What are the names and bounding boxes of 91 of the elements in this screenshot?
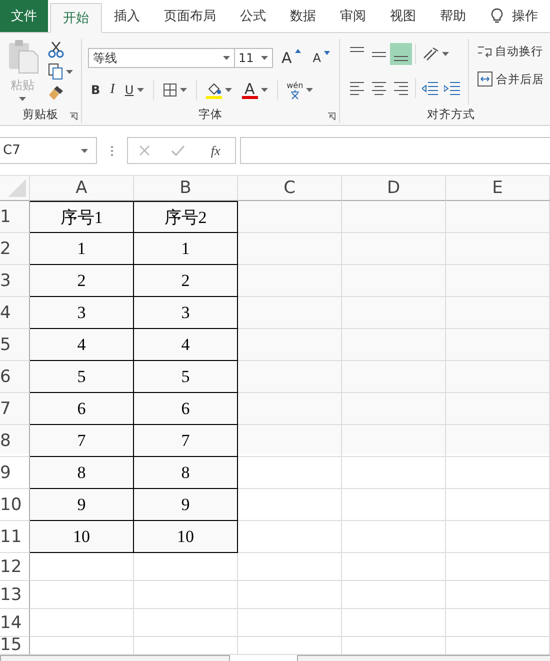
table-cell: 3 — [30, 297, 134, 329]
table-cell: 4 — [134, 329, 238, 361]
paint-bucket-icon — [206, 81, 222, 99]
table-cell: 4 — [30, 329, 134, 361]
tell-me-field[interactable]: 操作 — [512, 7, 538, 25]
font-color-button[interactable]: A — [238, 80, 271, 100]
select-all-icon — [8, 179, 26, 197]
table-cell: 3 — [134, 297, 238, 329]
ribbon-tab[interactable]: 数据 — [278, 0, 328, 32]
align-icon — [372, 52, 386, 56]
file-tab[interactable]: 文件 — [0, 0, 48, 32]
caret-icon — [260, 56, 268, 60]
horizontal-scrollbar[interactable] — [297, 655, 550, 661]
font-size-field[interactable]: 11 — [234, 48, 273, 68]
caret-icon — [136, 88, 144, 92]
caret-icon — [224, 88, 232, 92]
group-label: 对齐方式 — [426, 107, 476, 123]
copy-icon — [48, 63, 63, 80]
ribbon-tab[interactable]: 审阅 — [328, 0, 378, 32]
dialog-launcher-icon — [69, 112, 78, 121]
triangle-icon — [294, 49, 301, 53]
caret-icon — [222, 56, 230, 60]
lightbulb-icon — [490, 8, 504, 24]
caret-icon — [306, 88, 314, 92]
table-cell: 2 — [30, 265, 134, 297]
table-cell: 7 — [30, 425, 134, 457]
brush-icon — [48, 85, 64, 101]
indent-icon — [422, 82, 438, 94]
name-box[interactable]: C7 — [0, 137, 97, 164]
caret-icon — [260, 88, 268, 92]
scissors-icon — [48, 41, 64, 58]
align-icon — [394, 56, 408, 61]
align-button[interactable] — [390, 43, 412, 65]
cancel-icon — [138, 145, 150, 156]
table-cell: 序号2 — [134, 201, 238, 233]
formula-field[interactable] — [240, 137, 550, 164]
font-name-field[interactable]: 等线 — [88, 48, 235, 68]
row-header[interactable]: 14 — [0, 609, 30, 637]
align-icon — [372, 82, 386, 94]
caret-icon — [19, 97, 26, 101]
table-cell: 1 — [134, 233, 238, 265]
check-icon — [171, 145, 186, 156]
merge-icon — [477, 71, 493, 87]
row-header[interactable]: 13 — [0, 581, 30, 609]
table-cell: 6 — [134, 393, 238, 425]
clipboard-icon — [6, 39, 39, 74]
ribbon-tab[interactable]: 页面布局 — [152, 0, 228, 32]
caret-icon — [442, 52, 449, 56]
table-cell: 序号1 — [30, 201, 134, 233]
table-cell: 7 — [134, 425, 238, 457]
phonetic-button[interactable]: wén — [284, 78, 316, 102]
row-header[interactable]: 12 — [0, 553, 30, 581]
table-cell: 9 — [30, 489, 134, 521]
dots-icon — [110, 144, 114, 156]
ribbon-tab[interactable]: 开始 — [50, 3, 102, 33]
ribbon-tab[interactable]: 插入 — [102, 0, 152, 32]
align-icon — [350, 82, 364, 94]
align-icon — [394, 82, 408, 94]
align-icon — [350, 47, 364, 52]
dialog-launcher-icon — [327, 112, 336, 121]
table-cell: 1 — [30, 233, 134, 265]
table-cell: 2 — [134, 265, 238, 297]
insert-function-button[interactable]: fx — [206, 142, 224, 158]
ribbon-tab[interactable]: 视图 — [378, 0, 428, 32]
italic-button[interactable]: I — [107, 80, 118, 100]
table-cell: 5 — [30, 361, 134, 393]
ribbon-tab[interactable]: 帮助 — [428, 0, 478, 32]
grid-icon — [162, 83, 177, 97]
character-icon — [290, 90, 300, 100]
shrink-font-button[interactable]: A — [310, 49, 333, 67]
triangle-icon — [324, 51, 330, 55]
caret-icon — [66, 70, 73, 74]
table-cell: 6 — [30, 393, 134, 425]
group-label: 字体 — [198, 107, 222, 123]
table-cell: 9 — [134, 489, 238, 521]
caret-icon — [81, 148, 88, 152]
table-cell: 10 — [30, 521, 134, 553]
caret-icon — [180, 88, 187, 92]
grow-font-button[interactable]: A — [278, 47, 304, 69]
wrap-text-button[interactable]: 自动换行 — [474, 41, 547, 61]
bold-button[interactable]: B — [88, 81, 104, 99]
table-cell: 8 — [30, 457, 134, 489]
table-cell: 5 — [134, 361, 238, 393]
indent-icon — [444, 82, 460, 94]
table-cell: 8 — [134, 457, 238, 489]
table-cell: 10 — [134, 521, 238, 553]
merge-center-button[interactable]: 合并后居 — [474, 69, 547, 89]
underline-button[interactable]: U — [122, 81, 147, 99]
angled-text-icon — [422, 46, 439, 62]
group-label: 剪贴板 — [22, 107, 58, 123]
ribbon-tab[interactable]: 公式 — [228, 0, 278, 32]
